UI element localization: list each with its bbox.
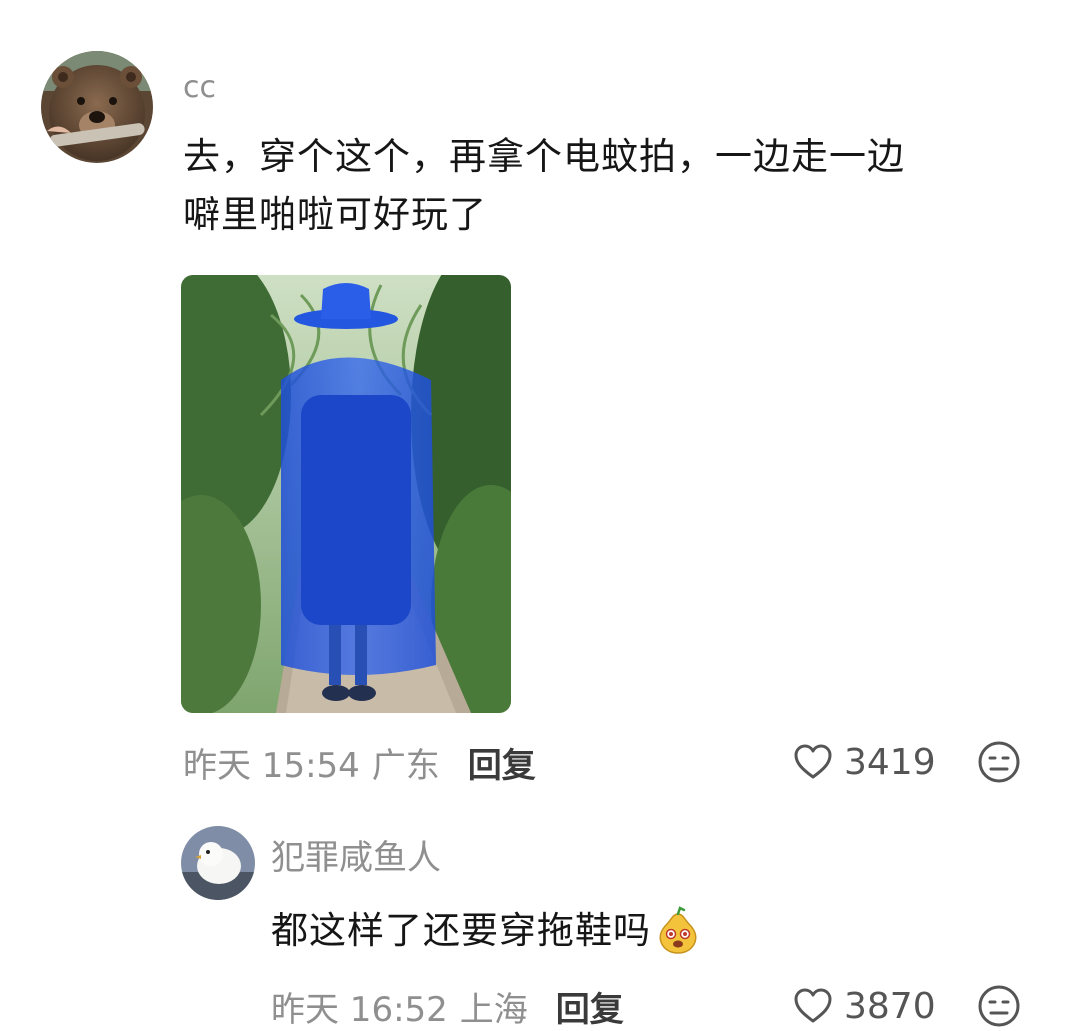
comment-text-line: 去，穿个这个，再拿个电蚊拍，一边走一边	[183, 135, 905, 178]
comment-meta: 昨天 16:52 上海 回复	[271, 982, 624, 1030]
heart-icon	[794, 744, 832, 779]
like-count: 3870	[844, 985, 936, 1027]
dislike-face-icon[interactable]	[977, 740, 1021, 784]
avatar[interactable]	[41, 51, 153, 163]
pear-face-emoji-icon	[659, 906, 697, 954]
comment-text-line: 噼里啪啦可好玩了	[183, 193, 487, 236]
like-button[interactable]: 3870	[792, 982, 936, 1030]
comment-text: 都这样了还要穿拖鞋吗	[271, 904, 703, 958]
dislike-face-icon[interactable]	[977, 984, 1021, 1028]
comment-username[interactable]: 犯罪咸鱼人	[271, 836, 441, 880]
comment-meta: 昨天 15:54 广东 回复	[183, 738, 536, 786]
bear-avatar-icon	[41, 51, 153, 163]
comment-location: 广东	[371, 745, 440, 786]
like-button[interactable]: 3419	[792, 738, 936, 786]
white-bird-avatar-icon	[181, 826, 255, 900]
comment-username[interactable]: cc	[183, 68, 216, 108]
comment-text-line: 都这样了还要穿拖鞋吗	[271, 909, 651, 952]
comment-location: 上海	[459, 989, 528, 1030]
comment-image[interactable]	[181, 275, 511, 713]
reply-button[interactable]: 回复	[468, 738, 536, 787]
blue-mosquito-net-outfit-photo	[181, 275, 511, 713]
heart-icon	[794, 988, 832, 1023]
comment-time: 昨天 16:52	[271, 989, 448, 1030]
comment-time: 昨天 15:54	[183, 745, 360, 786]
avatar[interactable]	[181, 826, 255, 900]
comment-text: 去，穿个这个，再拿个电蚊拍，一边走一边 噼里啪啦可好玩了	[183, 128, 1043, 244]
like-count: 3419	[844, 741, 936, 783]
reply-button[interactable]: 回复	[556, 982, 624, 1031]
